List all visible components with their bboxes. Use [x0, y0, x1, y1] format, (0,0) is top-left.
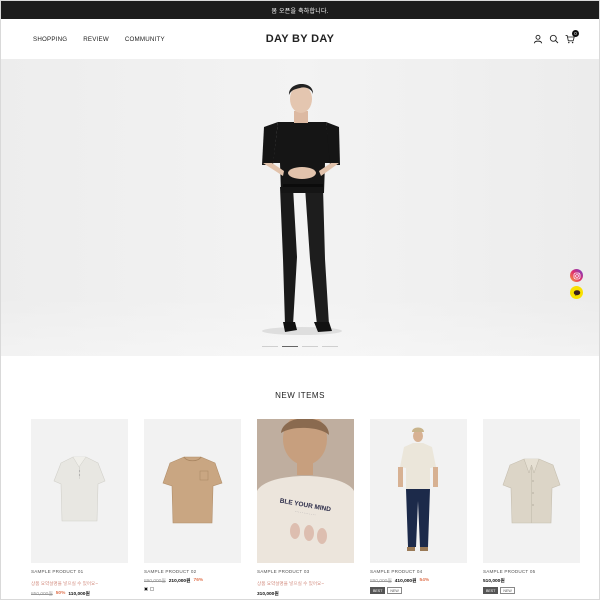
nav-shopping[interactable]: SHOPPING: [33, 36, 67, 43]
product-price-row: 850,000원 50% 110,000원: [31, 590, 128, 597]
slide-pagination: [262, 345, 338, 347]
product-card[interactable]: BLE YOUR MIND · · · · · · · · · · · · SA…: [257, 419, 354, 597]
announcement-text: 봄 오픈을 축하합니다.: [271, 8, 329, 15]
product-card[interactable]: SAMPLE PRODUCT 02 890,000원 210,000원 76%: [144, 419, 241, 597]
slide-dot-1[interactable]: [262, 345, 278, 347]
color-swatches: [144, 587, 241, 591]
main-nav: SHOPPING REVIEW COMMUNITY: [33, 36, 165, 43]
cart-icon[interactable]: 0: [565, 30, 579, 44]
search-icon[interactable]: [549, 34, 559, 44]
product-price-row: 890,000원 210,000원 76%: [144, 577, 241, 584]
sale-price: 110,000원: [68, 592, 90, 597]
instagram-icon[interactable]: [570, 269, 583, 282]
product-grid: SAMPLE PRODUCT 01 상품 요약설명을 넣으실 수 있어요~ 85…: [31, 419, 580, 597]
product-name[interactable]: SAMPLE PRODUCT 05: [483, 569, 580, 574]
tag-new: NEW: [387, 587, 402, 594]
product-card[interactable]: SAMPLE PRODUCT 05 510,000원 BEST NEW: [483, 419, 580, 597]
product-tags: BEST NEW: [370, 587, 467, 594]
color-swatch-black[interactable]: [144, 587, 148, 591]
hero-model-image: [262, 83, 342, 335]
camp-shirt-image: [483, 419, 580, 563]
product-price-row: 310,000원: [257, 590, 354, 597]
user-icon[interactable]: [533, 34, 543, 44]
product-card[interactable]: SAMPLE PRODUCT 01 상품 요약설명을 넣으실 수 있어요~ 85…: [31, 419, 128, 597]
sale-price: 210,000원: [168, 579, 191, 584]
discount-rate: 54%: [419, 578, 430, 583]
color-swatch-white[interactable]: [150, 587, 154, 591]
product-image[interactable]: BLE YOUR MIND · · · · · · · · · · · ·: [257, 419, 354, 563]
sale-price: 410,000원: [394, 579, 417, 584]
announcement-bar: 봄 오픈을 축하합니다.: [1, 1, 599, 19]
product-name[interactable]: SAMPLE PRODUCT 01: [31, 569, 128, 574]
header-icons: 0: [533, 19, 579, 59]
slide-dot-3[interactable]: [302, 345, 318, 347]
product-image[interactable]: [144, 419, 241, 563]
discount-rate: 76%: [193, 578, 204, 583]
slide-dot-2[interactable]: [282, 345, 298, 347]
tan-tshirt-image: [144, 419, 241, 563]
original-price: 890,000원: [370, 579, 392, 584]
tag-best: BEST: [370, 587, 386, 594]
page: 봄 오픈을 축하합니다. SHOPPING REVIEW COMMUNITY D…: [0, 0, 600, 600]
product-image[interactable]: [483, 419, 580, 563]
original-price: 890,000원: [144, 579, 166, 584]
product-image[interactable]: [370, 419, 467, 563]
new-items-title: NEW ITEMS: [275, 391, 325, 400]
model-outfit-image: [370, 419, 467, 563]
product-card[interactable]: SAMPLE PRODUCT 04 890,000원 410,000원 54% …: [370, 419, 467, 597]
site-logo[interactable]: DAY BY DAY: [266, 33, 334, 45]
product-name[interactable]: SAMPLE PRODUCT 04: [370, 569, 467, 574]
product-price-row: 890,000원 410,000원 54%: [370, 577, 467, 584]
site-header: SHOPPING REVIEW COMMUNITY DAY BY DAY 0: [1, 19, 599, 59]
cart-count-badge: 0: [572, 30, 579, 37]
product-summary: 상품 요약설명을 넣으실 수 있어요~: [257, 581, 324, 586]
original-price: 850,000원: [31, 592, 53, 597]
nav-review[interactable]: REVIEW: [83, 36, 109, 43]
nav-community[interactable]: COMMUNITY: [125, 36, 165, 43]
hero-banner[interactable]: [1, 59, 599, 356]
discount-rate: 50%: [55, 591, 66, 596]
product-tags: BEST NEW: [483, 587, 580, 594]
tag-best: BEST: [483, 587, 499, 594]
product-price-row: 510,000원: [483, 577, 580, 584]
product-image[interactable]: [31, 419, 128, 563]
sale-price: 310,000원: [257, 592, 279, 597]
slide-dot-4[interactable]: [322, 345, 338, 347]
product-summary: 상품 요약설명을 넣으실 수 있어요~: [31, 581, 98, 586]
polo-shirt-image: [31, 419, 128, 563]
product-name[interactable]: SAMPLE PRODUCT 03: [257, 569, 354, 574]
graphic-tee-back-image: BLE YOUR MIND · · · · · · · · · · · ·: [257, 419, 354, 563]
sale-price: 510,000원: [483, 579, 505, 584]
kakao-talk-icon[interactable]: [570, 286, 583, 299]
product-name[interactable]: SAMPLE PRODUCT 02: [144, 569, 241, 574]
tag-new: NEW: [500, 587, 515, 594]
